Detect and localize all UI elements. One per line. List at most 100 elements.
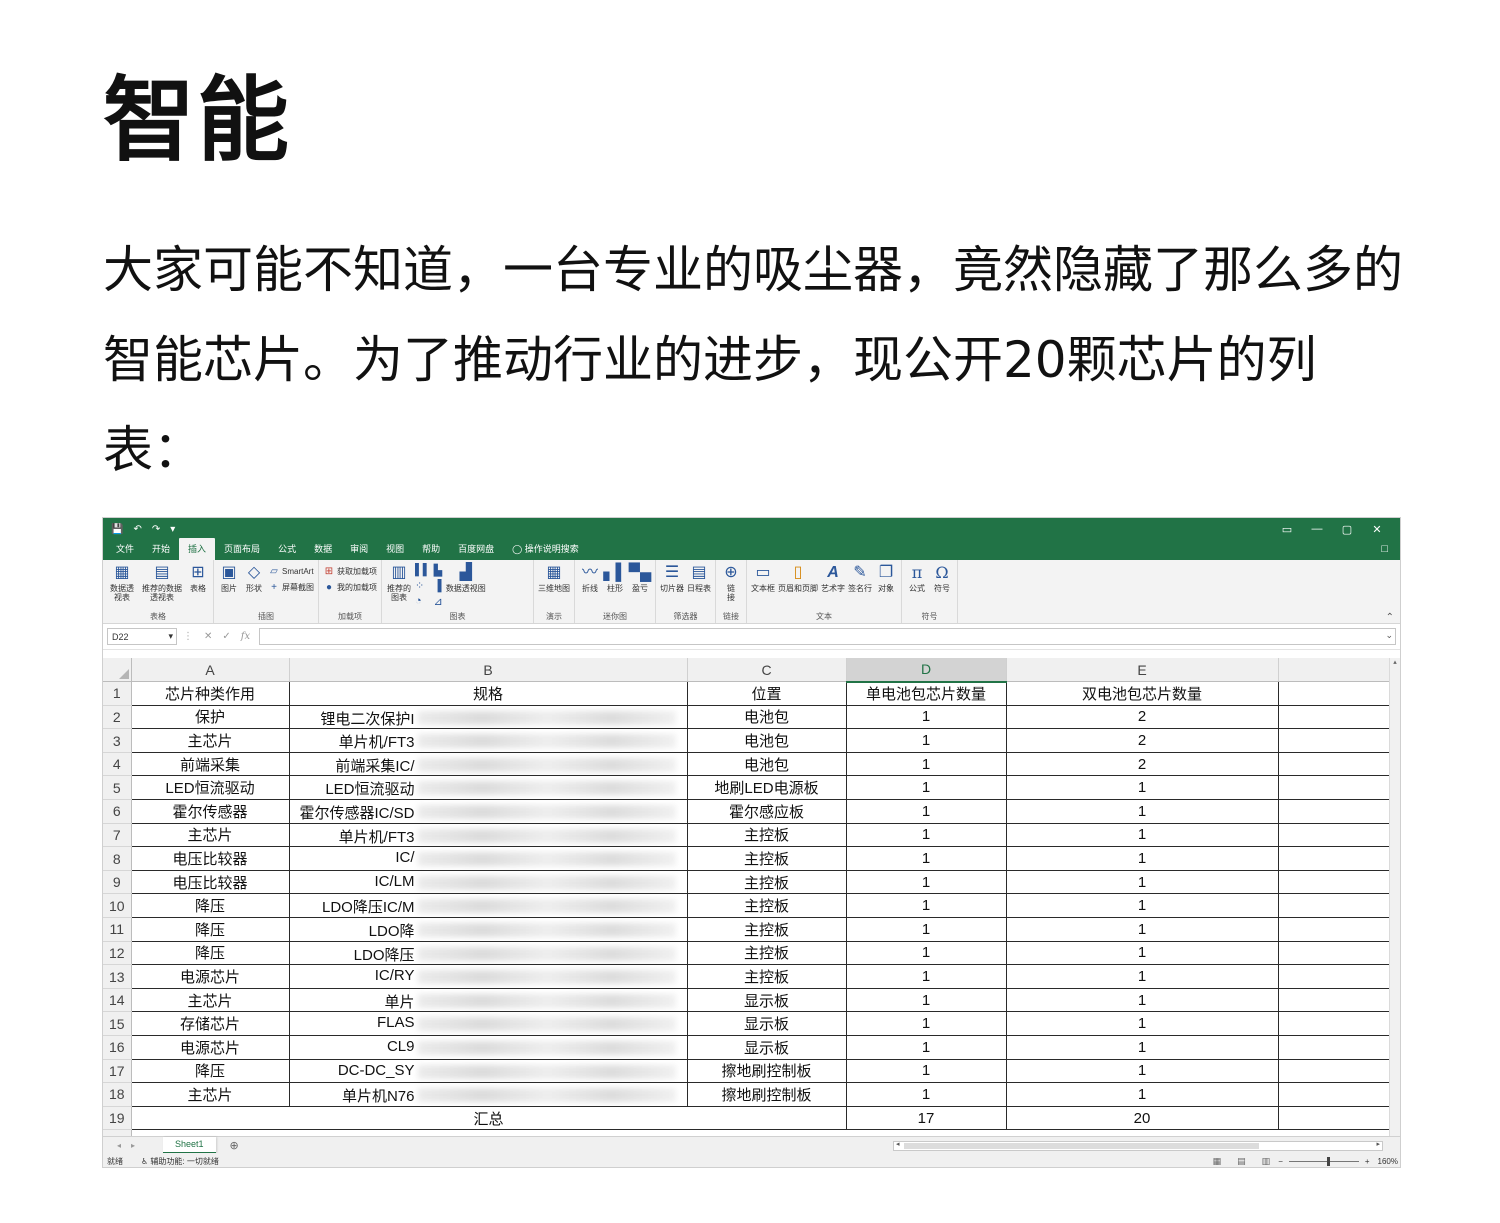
dual-pack-count-cell[interactable]: 1: [1005, 822, 1279, 848]
header-cell-type[interactable]: 芯片种类作用: [130, 681, 290, 706]
empty-cell[interactable]: [1278, 1082, 1391, 1107]
location-cell[interactable]: 擦地刷控制板: [686, 1082, 847, 1107]
dual-pack-count-cell[interactable]: 1: [1005, 964, 1279, 989]
scroll-right-icon[interactable]: ▸: [1376, 1140, 1380, 1148]
hierarchy-chart-icon[interactable]: ▙: [434, 564, 443, 577]
zoom-slider[interactable]: [1288, 1156, 1359, 1166]
location-cell[interactable]: 主控板: [686, 917, 847, 942]
shapes-button[interactable]: ◇ 形状: [243, 562, 265, 593]
single-pack-count-cell[interactable]: 1: [845, 1058, 1007, 1084]
empty-cell[interactable]: [1278, 964, 1391, 989]
customize-icon[interactable]: ▾: [170, 524, 175, 535]
zoom-in-icon[interactable]: +: [1365, 1157, 1370, 1166]
location-cell[interactable]: 电池包: [686, 704, 847, 730]
recommended-pivot-button[interactable]: ▤ 推荐的数据透视表: [140, 562, 184, 602]
row-number[interactable]: 2: [103, 705, 132, 730]
row-number[interactable]: 18: [103, 1082, 132, 1107]
waterfall-chart-icon[interactable]: ⊿: [434, 595, 443, 608]
header-cell-single-pack[interactable]: 单电池包芯片数量: [845, 681, 1007, 706]
empty-cell[interactable]: [1278, 823, 1391, 848]
dual-pack-count-cell[interactable]: 2: [1005, 728, 1279, 753]
single-pack-count-cell[interactable]: 1: [845, 964, 1007, 989]
total-label-cell[interactable]: 汇总: [130, 1105, 847, 1131]
chip-type-cell[interactable]: 霍尔传感器: [130, 799, 290, 824]
statistic-chart-icon[interactable]: ▐: [434, 580, 443, 592]
location-cell[interactable]: 电池包: [686, 751, 847, 777]
empty-cell[interactable]: [1278, 1011, 1391, 1036]
empty-cell[interactable]: [1278, 1059, 1391, 1084]
tab-view[interactable]: 视图: [377, 542, 413, 560]
single-pack-count-cell[interactable]: 1: [845, 775, 1007, 801]
spec-cell[interactable]: 前端采集IC/: [288, 751, 688, 777]
single-pack-count-cell[interactable]: 1: [845, 704, 1007, 730]
pictures-button[interactable]: ▣ 图片: [218, 562, 240, 593]
spec-cell[interactable]: DC-DC_SY: [288, 1058, 688, 1084]
location-cell[interactable]: 霍尔感应板: [686, 799, 847, 824]
empty-cell[interactable]: [1278, 1106, 1391, 1131]
single-pack-total-cell[interactable]: 17: [845, 1105, 1007, 1131]
location-cell[interactable]: 主控板: [686, 822, 847, 848]
horizontal-scrollbar[interactable]: ◂ ▸: [893, 1141, 1383, 1151]
my-addins-button[interactable]: ● 我的加载项: [323, 580, 377, 594]
row-number[interactable]: 14: [103, 988, 132, 1013]
dual-pack-count-cell[interactable]: 1: [1005, 917, 1279, 942]
row-number[interactable]: 4: [103, 752, 132, 777]
scatter-chart-icon[interactable]: ⁘: [415, 579, 431, 592]
dual-pack-count-cell[interactable]: 1: [1005, 775, 1279, 801]
close-icon[interactable]: ✕: [1362, 523, 1392, 536]
chip-type-cell[interactable]: 主芯片: [130, 1082, 290, 1107]
slicer-button[interactable]: ☰ 切片器: [660, 562, 684, 593]
column-chart-icon[interactable]: ▌▌: [415, 564, 431, 576]
spec-cell[interactable]: 锂电二次保护I: [288, 704, 688, 730]
empty-cell[interactable]: [1278, 1035, 1391, 1060]
row-number[interactable]: 8: [103, 846, 132, 871]
enter-icon[interactable]: ✓: [222, 631, 230, 642]
empty-cell[interactable]: [1278, 775, 1391, 801]
single-pack-count-cell[interactable]: 1: [845, 1035, 1007, 1060]
row-number[interactable]: 5: [103, 775, 132, 801]
spec-cell[interactable]: 单片: [288, 987, 688, 1013]
location-cell[interactable]: 电池包: [686, 728, 847, 753]
dual-pack-count-cell[interactable]: 2: [1005, 751, 1279, 777]
page-break-view-icon[interactable]: ▥: [1262, 1156, 1271, 1167]
single-pack-count-cell[interactable]: 1: [845, 917, 1007, 942]
smartart-button[interactable]: ▱ SmartArt: [268, 564, 314, 578]
chip-type-cell[interactable]: 降压: [130, 940, 290, 966]
sparkline-winloss-button[interactable]: ▀▄ 盈亏: [629, 562, 652, 593]
signature-line-button[interactable]: ✎ 签名行: [848, 562, 872, 593]
tab-home[interactable]: 开始: [143, 542, 179, 560]
single-pack-count-cell[interactable]: 1: [845, 940, 1007, 966]
spec-cell[interactable]: LDO降: [288, 917, 688, 942]
name-box[interactable]: D22 ▾: [107, 628, 177, 645]
empty-cell[interactable]: [1278, 870, 1391, 895]
row-number[interactable]: 7: [103, 823, 132, 848]
undo-icon[interactable]: ↶: [133, 524, 141, 535]
textbox-button[interactable]: ▭ 文本框: [751, 562, 775, 593]
chip-type-cell[interactable]: 降压: [130, 893, 290, 919]
single-pack-count-cell[interactable]: 1: [845, 893, 1007, 919]
dual-pack-count-cell[interactable]: 1: [1005, 1082, 1279, 1107]
pivot-chart-button[interactable]: ▟ 数据透视图: [446, 562, 486, 593]
column-header-b[interactable]: B: [289, 658, 688, 683]
single-pack-count-cell[interactable]: 1: [845, 751, 1007, 777]
formula-input[interactable]: ⌄: [259, 628, 1396, 645]
chip-type-cell[interactable]: 主芯片: [130, 728, 290, 753]
single-pack-count-cell[interactable]: 1: [845, 869, 1007, 895]
equation-button[interactable]: π 公式: [906, 562, 928, 593]
row-number[interactable]: 13: [103, 964, 132, 989]
zoom-knob[interactable]: [1326, 1156, 1330, 1166]
symbol-button[interactable]: Ω 符号: [931, 562, 953, 593]
dual-pack-count-cell[interactable]: 1: [1005, 893, 1279, 919]
chip-type-cell[interactable]: 电压比较器: [130, 869, 290, 895]
row-number[interactable]: 10: [103, 893, 132, 919]
empty-cell[interactable]: [1278, 988, 1391, 1013]
tab-file[interactable]: 文件: [107, 542, 143, 560]
spec-cell[interactable]: IC/RY: [288, 964, 688, 989]
sheet-tab-sheet1[interactable]: Sheet1: [163, 1136, 216, 1154]
column-header-e[interactable]: E: [1006, 658, 1279, 683]
tab-insert[interactable]: 插入: [179, 538, 216, 560]
row-number[interactable]: 12: [103, 941, 132, 966]
spec-cell[interactable]: LDO降压IC/M: [288, 893, 688, 919]
scroll-left-icon[interactable]: ◂: [896, 1140, 900, 1148]
chip-type-cell[interactable]: 电压比较器: [130, 846, 290, 871]
